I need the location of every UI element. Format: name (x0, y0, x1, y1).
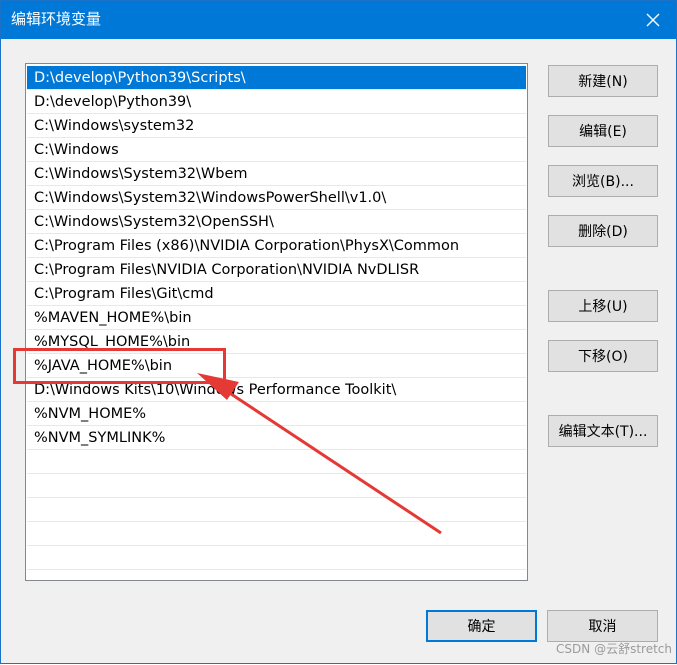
delete-button[interactable]: 删除(D) (548, 215, 658, 247)
move-up-button[interactable]: 上移(U) (548, 290, 658, 322)
list-item[interactable]: C:\Windows (27, 138, 526, 162)
list-item[interactable]: C:\Windows\system32 (27, 114, 526, 138)
title-bar[interactable]: 编辑环境变量 (1, 1, 676, 39)
close-icon (646, 13, 660, 27)
edit-button[interactable]: 编辑(E) (548, 115, 658, 147)
list-item[interactable] (27, 474, 526, 498)
list-item[interactable] (27, 546, 526, 570)
list-item[interactable]: D:\develop\Python39\ (27, 90, 526, 114)
cancel-button[interactable]: 取消 (547, 610, 658, 642)
list-item[interactable] (27, 450, 526, 474)
browse-button[interactable]: 浏览(B)... (548, 165, 658, 197)
list-item[interactable]: C:\Program Files\NVIDIA Corporation\NVID… (27, 258, 526, 282)
list-item[interactable] (27, 498, 526, 522)
list-item[interactable]: D:\develop\Python39\Scripts\ (27, 66, 526, 90)
list-item[interactable]: %NVM_SYMLINK% (27, 426, 526, 450)
list-item[interactable]: C:\Windows\System32\Wbem (27, 162, 526, 186)
edit-text-button[interactable]: 编辑文本(T)... (548, 415, 658, 447)
edit-env-var-dialog: 编辑环境变量 D:\develop\Python39\Scripts\ D:\de… (0, 0, 677, 664)
watermark: CSDN @云舒stretch (556, 642, 672, 656)
move-down-button[interactable]: 下移(O) (548, 340, 658, 372)
new-button[interactable]: 新建(N) (548, 65, 658, 97)
list-item[interactable]: %NVM_HOME% (27, 402, 526, 426)
close-button[interactable] (630, 1, 676, 39)
window-title: 编辑环境变量 (11, 10, 102, 28)
list-item[interactable]: D:\Windows Kits\10\Windows Performance T… (27, 378, 526, 402)
list-item[interactable]: C:\Windows\System32\OpenSSH\ (27, 210, 526, 234)
list-item[interactable]: %MAVEN_HOME%\bin (27, 306, 526, 330)
path-list[interactable]: D:\develop\Python39\Scripts\ D:\develop\P… (25, 63, 528, 581)
list-item[interactable]: C:\Program Files (x86)\NVIDIA Corporatio… (27, 234, 526, 258)
list-item[interactable]: %MYSQL_HOME%\bin (27, 330, 526, 354)
list-item[interactable]: C:\Windows\System32\WindowsPowerShell\v1… (27, 186, 526, 210)
ok-button[interactable]: 确定 (426, 610, 537, 642)
list-item[interactable] (27, 522, 526, 546)
list-item[interactable]: %JAVA_HOME%\bin (27, 354, 526, 378)
list-item[interactable]: C:\Program Files\Git\cmd (27, 282, 526, 306)
